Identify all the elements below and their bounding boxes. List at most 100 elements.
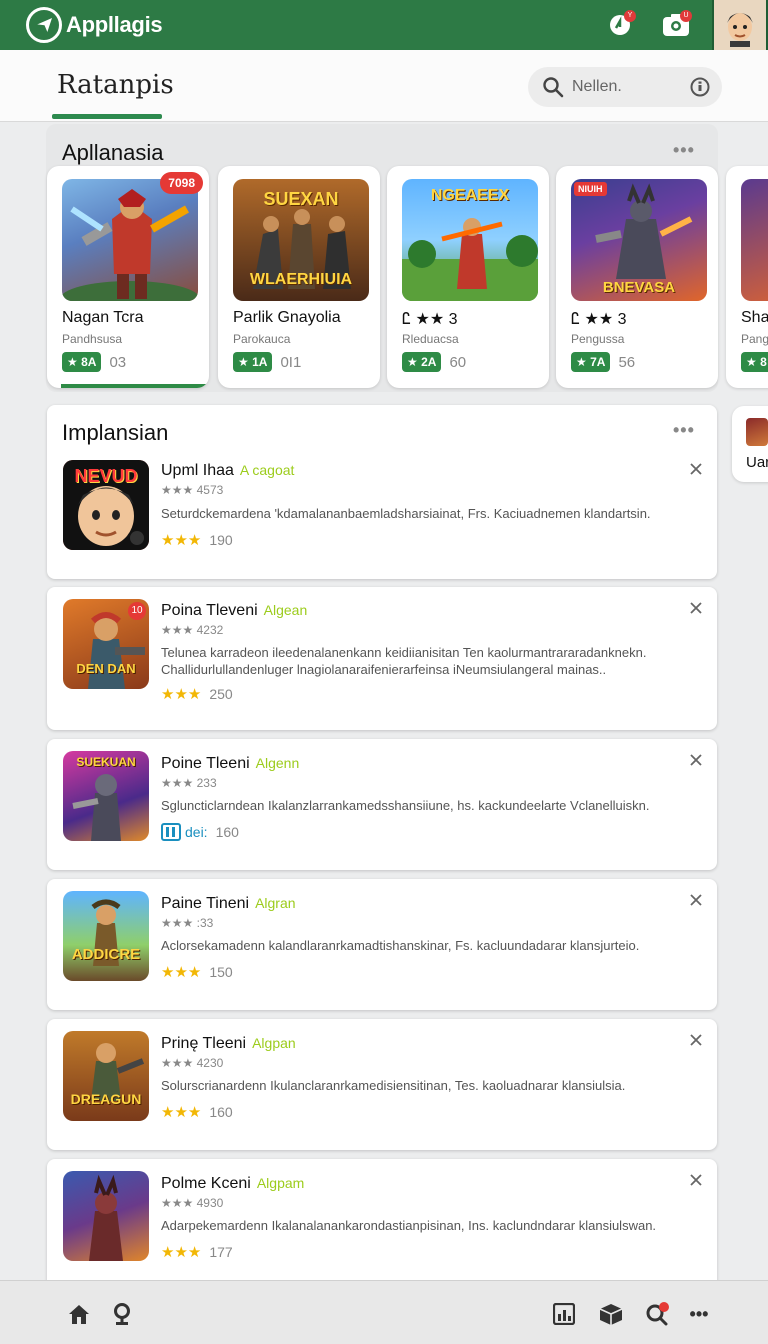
app-icon[interactable]: DEN DAN 10 xyxy=(63,599,149,689)
app-description: Aclorsekamadenn kalandlaranrkamadtishans… xyxy=(161,938,640,953)
star-rating: ★★★ xyxy=(161,686,202,703)
rating-badge: ★ 1A xyxy=(233,352,273,372)
logo-icon xyxy=(26,7,62,43)
home-icon[interactable] xyxy=(66,1301,92,1327)
more-options-icon[interactable]: ••• xyxy=(673,420,695,441)
icon-badge: 10 xyxy=(128,602,146,620)
featured-card[interactable]: NGEAEEX Ꮭ ★★ 3 Rleduacsa ★ 2A 60 xyxy=(387,166,549,388)
close-icon[interactable] xyxy=(688,1172,704,1188)
notification-dot: U xyxy=(680,10,692,22)
search-icon[interactable] xyxy=(644,1301,670,1327)
app-name: Poine Tleeni xyxy=(161,755,250,772)
app-thumbnail xyxy=(741,179,768,301)
app-description: Sgluncticlarndean Ikalanzlarrankamedssha… xyxy=(161,798,650,813)
app-tag: Algpan xyxy=(252,1035,296,1051)
thumbnail-title: SUEXAN xyxy=(263,189,339,209)
thumbnail-subtitle: WLAERHIUIA xyxy=(249,271,353,288)
brand[interactable]: Appllagis xyxy=(26,7,163,43)
app-category: Pandhsusa xyxy=(62,332,123,346)
refresh-icon[interactable]: Y xyxy=(602,7,638,43)
list-item-name: Upml Ihaa A cagoat xyxy=(161,462,294,480)
app-meta: ★★★ :33 xyxy=(161,916,214,930)
box-icon[interactable] xyxy=(598,1301,624,1327)
notification-dot: Y xyxy=(624,10,636,22)
app-name: Sha xyxy=(741,309,768,326)
review-count: 160 xyxy=(209,1104,233,1120)
section-title: Implansian xyxy=(62,420,169,445)
app-category: Parokauca xyxy=(233,332,291,346)
app-thumbnail: BNEVASA xyxy=(571,179,707,301)
featured-badge: 7098 xyxy=(160,172,203,194)
app-store-icon xyxy=(161,823,181,841)
close-icon[interactable] xyxy=(688,1032,704,1048)
app-name: Prinę Tleeni xyxy=(161,1035,247,1052)
app-thumbnail xyxy=(62,179,198,301)
featured-card[interactable]: 7098 Nagan Tcra Pandhsusa ★ 8A 03 xyxy=(47,166,209,388)
app-thumbnail: SUEXAN WLAERHIUIA xyxy=(233,179,369,301)
more-icon[interactable]: ••• xyxy=(686,1301,712,1327)
page-title: Ratanpis xyxy=(57,70,174,100)
star-rating: ★★★ xyxy=(161,1244,202,1261)
list-item-name: Prinę Tleeni Algpan xyxy=(161,1035,296,1053)
app-meta: ★★★ 233 xyxy=(161,776,217,790)
featured-card[interactable]: BNEVASA NIUIH Ꮭ ★★ 3 Pengussa ★ 7A 56 xyxy=(556,166,718,388)
app-bar: Appllagis Y U xyxy=(0,0,768,50)
rating-badge: ★ 7A xyxy=(571,352,611,372)
app-category: Pang xyxy=(741,332,768,346)
app-category: Rleduacsa xyxy=(402,332,459,346)
list-item-name: Polme Kceni Algpam xyxy=(161,1175,304,1193)
featured-card[interactable]: SUEXAN WLAERHIUIA Parlik Gnayolia Paroka… xyxy=(218,166,380,388)
app-meta: ★★★ 4930 xyxy=(161,1196,224,1210)
chart-icon[interactable] xyxy=(551,1301,577,1327)
header: Ratanpis Nellen. xyxy=(0,50,768,122)
review-count: 0I1 xyxy=(280,353,302,371)
app-icon[interactable] xyxy=(63,1171,149,1261)
location-icon[interactable] xyxy=(109,1301,135,1327)
list-item-name: Poine Tleeni Algenn xyxy=(161,755,299,773)
avatar[interactable] xyxy=(712,0,768,50)
app-name: Poina Tleveni xyxy=(161,602,258,619)
app-meta: ★★★ 4230 xyxy=(161,1056,224,1070)
star-rating: ★★★ xyxy=(161,964,202,981)
featured-badge: NIUIH xyxy=(574,182,607,196)
section-title: Apllanasia xyxy=(62,140,164,165)
close-icon[interactable] xyxy=(688,600,704,616)
app-category: Pengussa xyxy=(571,332,625,346)
close-icon[interactable] xyxy=(688,892,704,908)
search-input[interactable]: Nellen. xyxy=(572,78,690,96)
app-thumbnail: NGEAEEX xyxy=(402,179,538,301)
app-icon[interactable]: DREAGUN xyxy=(63,1031,149,1121)
app-icon[interactable]: ADDICRE xyxy=(63,891,149,981)
app-icon[interactable]: NEVUD xyxy=(63,460,149,550)
more-options-icon[interactable]: ••• xyxy=(673,140,695,161)
rating-badge: ★ 2A xyxy=(402,352,442,372)
review-count: 250 xyxy=(209,686,233,702)
icon-title: DREAGUN xyxy=(70,1091,142,1107)
close-icon[interactable] xyxy=(688,752,704,768)
app-tag: A cagoat xyxy=(239,462,295,478)
review-count: 60 xyxy=(449,353,467,371)
search-bar[interactable]: Nellen. xyxy=(528,67,722,107)
list-item-name: Paine Tineni Algran xyxy=(161,895,296,913)
download-label: dei: xyxy=(185,824,208,840)
app-description: Seturdckemardena 'kdamalananbaemladshars… xyxy=(161,506,651,521)
icon-title: SUEKUAN xyxy=(76,755,136,769)
thumbnail-subtitle: BNEVASA xyxy=(602,279,676,296)
peek-label: Uar xyxy=(746,454,768,471)
peek-card[interactable]: Uar xyxy=(732,406,768,482)
close-icon[interactable] xyxy=(688,461,704,477)
camera-icon[interactable]: U xyxy=(658,7,694,43)
app-meta: ★★★ 4573 xyxy=(161,483,224,497)
app-tag: Algenn xyxy=(255,755,300,771)
rating-badge: ★ 8A xyxy=(62,352,102,372)
info-icon[interactable] xyxy=(690,77,710,97)
selected-indicator xyxy=(61,384,209,388)
review-count: 03 xyxy=(109,353,127,371)
app-icon[interactable]: SUEKUAN xyxy=(63,751,149,841)
app-meta: ★★★ 4232 xyxy=(161,623,224,637)
app-name: Ꮭ ★★ 3 xyxy=(402,311,458,328)
app-name: Parlik Gnayolia xyxy=(233,309,341,326)
featured-card[interactable]: Sha Pang ★ 8 xyxy=(726,166,768,388)
app-name: Paine Tineni xyxy=(161,895,250,912)
bottom-nav: ••• xyxy=(0,1280,768,1344)
